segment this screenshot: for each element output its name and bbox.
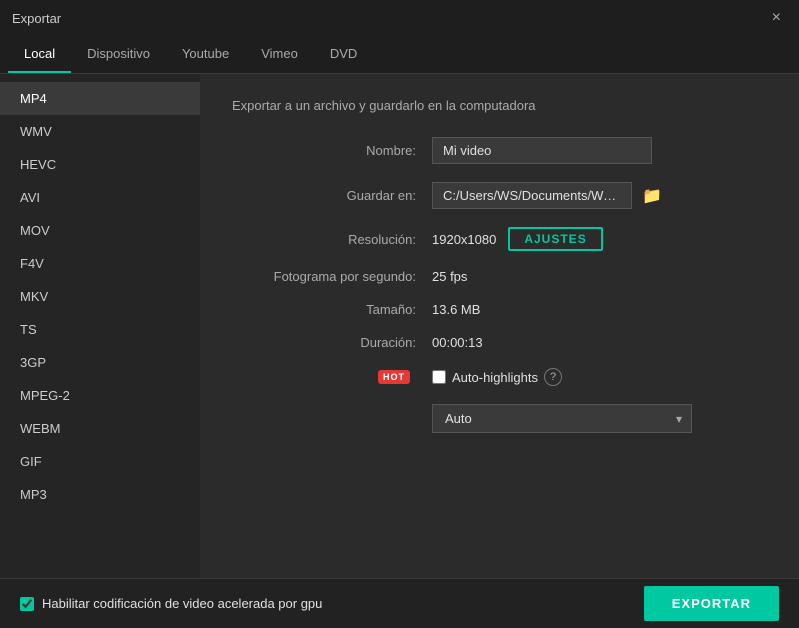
export-button[interactable]: EXPORTAR <box>644 586 779 621</box>
resolucion-row: Resolución: 1920x1080 AJUSTES <box>232 227 767 251</box>
sidebar-item-ts[interactable]: TS <box>0 313 200 346</box>
dropdown-wrap: Auto ▾ <box>432 404 692 433</box>
path-input-wrap: 📁 <box>432 182 666 209</box>
dropdown-row: Auto ▾ <box>232 404 767 433</box>
sidebar-item-mp3[interactable]: MP3 <box>0 478 200 511</box>
sidebar: MP4 WMV HEVC AVI MOV F4V MKV TS 3GP MPEG… <box>0 74 200 578</box>
duracion-value: 00:00:13 <box>432 335 483 350</box>
gpu-checkbox-wrap: Habilitar codificación de video acelerad… <box>20 596 322 611</box>
sidebar-item-f4v[interactable]: F4V <box>0 247 200 280</box>
tamano-label: Tamaño: <box>232 302 432 317</box>
window-title: Exportar <box>12 11 61 26</box>
sidebar-item-hevc[interactable]: HEVC <box>0 148 200 181</box>
tab-dvd[interactable]: DVD <box>314 36 373 73</box>
sidebar-item-mpeg2[interactable]: MPEG-2 <box>0 379 200 412</box>
guardar-row: Guardar en: 📁 <box>232 182 767 209</box>
sidebar-item-gif[interactable]: GIF <box>0 445 200 478</box>
bottom-bar: Habilitar codificación de video acelerad… <box>0 578 799 628</box>
auto-highlights-checkbox[interactable] <box>432 370 446 384</box>
section-title: Exportar a un archivo y guardarlo en la … <box>232 98 767 113</box>
tamano-value: 13.6 MB <box>432 302 480 317</box>
fotograma-value: 25 fps <box>432 269 467 284</box>
auto-highlights-wrap: Auto-highlights ? <box>432 368 562 386</box>
export-window: Exportar × Local Dispositivo Youtube Vim… <box>0 0 799 628</box>
sidebar-item-wmv[interactable]: WMV <box>0 115 200 148</box>
guardar-label: Guardar en: <box>232 188 432 203</box>
sidebar-item-mp4[interactable]: MP4 <box>0 82 200 115</box>
tab-youtube[interactable]: Youtube <box>166 36 245 73</box>
sidebar-item-mov[interactable]: MOV <box>0 214 200 247</box>
sidebar-item-3gp[interactable]: 3GP <box>0 346 200 379</box>
title-bar: Exportar × <box>0 0 799 36</box>
gpu-checkbox[interactable] <box>20 597 34 611</box>
auto-highlights-label: Auto-highlights <box>452 370 538 385</box>
nombre-label: Nombre: <box>232 143 432 158</box>
folder-button[interactable]: 📁 <box>638 184 666 208</box>
tab-dispositivo[interactable]: Dispositivo <box>71 36 166 73</box>
gpu-label: Habilitar codificación de video acelerad… <box>42 596 322 611</box>
duracion-row: Duración: 00:00:13 <box>232 335 767 350</box>
help-icon[interactable]: ? <box>544 368 562 386</box>
sidebar-item-webm[interactable]: WEBM <box>0 412 200 445</box>
sidebar-item-mkv[interactable]: MKV <box>0 280 200 313</box>
ajustes-button[interactable]: AJUSTES <box>508 227 602 251</box>
resolution-wrap: 1920x1080 AJUSTES <box>432 227 603 251</box>
main-panel: Exportar a un archivo y guardarlo en la … <box>200 74 799 578</box>
tab-local[interactable]: Local <box>8 36 71 73</box>
resolucion-value: 1920x1080 <box>432 232 496 247</box>
duracion-label: Duración: <box>232 335 432 350</box>
sidebar-item-avi[interactable]: AVI <box>0 181 200 214</box>
hot-spacer: HOT <box>232 370 432 384</box>
content-area: MP4 WMV HEVC AVI MOV F4V MKV TS 3GP MPEG… <box>0 74 799 578</box>
auto-highlights-row: HOT Auto-highlights ? <box>232 368 767 386</box>
tamano-row: Tamaño: 13.6 MB <box>232 302 767 317</box>
nombre-row: Nombre: <box>232 137 767 164</box>
close-button[interactable]: × <box>766 8 787 28</box>
fotograma-label: Fotograma por segundo: <box>232 269 432 284</box>
fotograma-row: Fotograma por segundo: 25 fps <box>232 269 767 284</box>
path-input[interactable] <box>432 182 632 209</box>
nombre-input[interactable] <box>432 137 652 164</box>
tab-vimeo[interactable]: Vimeo <box>245 36 314 73</box>
auto-dropdown[interactable]: Auto <box>432 404 692 433</box>
resolucion-label: Resolución: <box>232 232 432 247</box>
tab-bar: Local Dispositivo Youtube Vimeo DVD <box>0 36 799 74</box>
hot-badge: HOT <box>378 370 410 384</box>
